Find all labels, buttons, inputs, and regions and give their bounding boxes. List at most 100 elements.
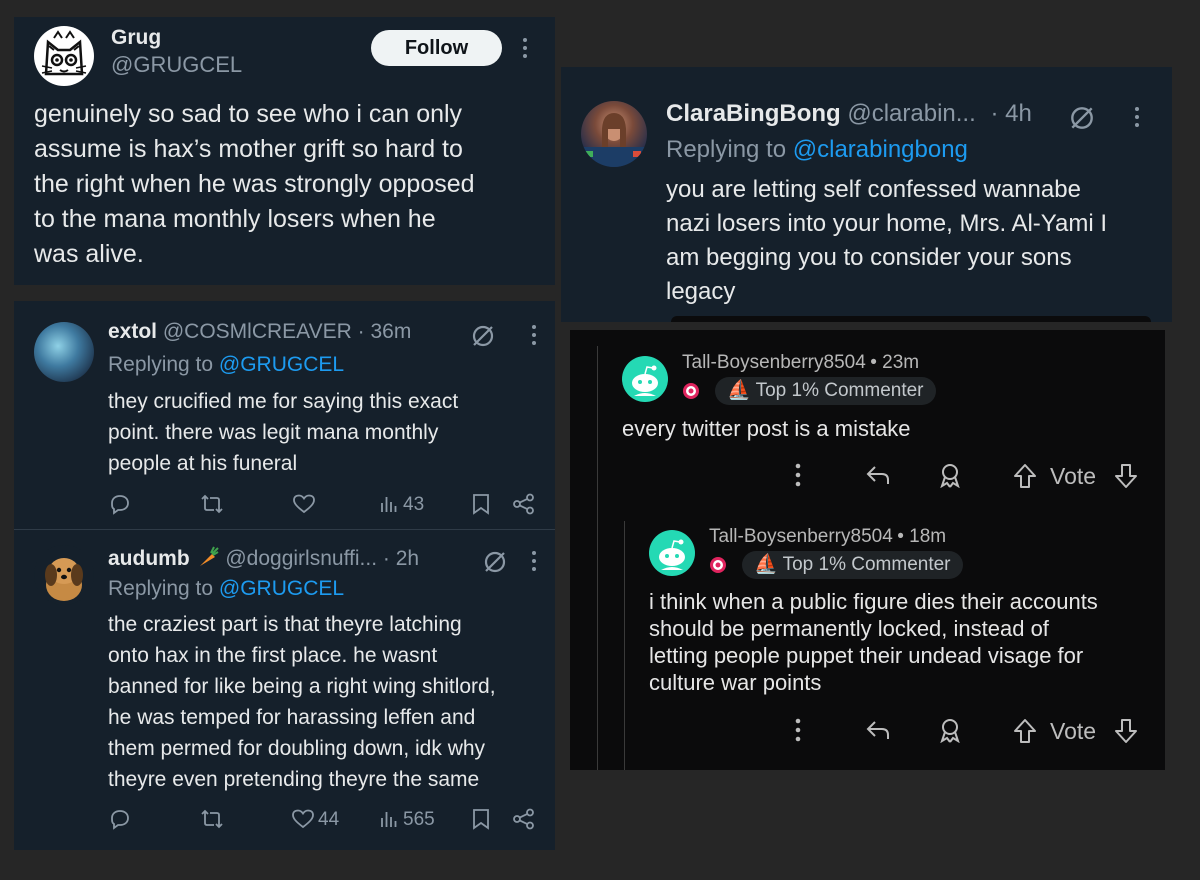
share-icon[interactable] <box>512 493 536 515</box>
grug-thread-panel: Grug @GRUGCEL Follow genuinely so sad to… <box>14 17 555 850</box>
comment-line: every twitter post is a mistake <box>622 416 911 441</box>
badge-icon: ⛵ <box>754 554 778 575</box>
author-handle[interactable]: @clarabin... <box>847 100 975 127</box>
grok-icon[interactable] <box>1068 104 1096 132</box>
carrot-icon <box>199 546 219 566</box>
upvote-icon[interactable] <box>1013 463 1037 489</box>
bookmark-icon[interactable] <box>472 493 490 515</box>
comment-line: letting people puppet their undead visag… <box>649 643 1084 668</box>
reply-time[interactable]: · 36m <box>358 320 412 343</box>
reply-icon[interactable] <box>109 808 131 830</box>
author-name[interactable]: Grug <box>111 26 161 50</box>
reply-header: extol @COSMlCREAVER · 36m <box>108 320 411 344</box>
reply-icon[interactable] <box>865 464 891 486</box>
badge-label: Top 1% Commenter <box>755 380 924 401</box>
comment-username[interactable]: Tall-Boysenberry8504 <box>709 526 893 547</box>
vote-label: Vote <box>1050 463 1097 489</box>
award-icon[interactable] <box>938 717 962 743</box>
post-text: you are letting self confessed wannabe n… <box>666 173 1107 309</box>
like-icon[interactable] <box>291 809 315 829</box>
clara-avatar[interactable] <box>581 101 647 167</box>
clara-post-panel: ClaraBingBong @clarabin... · 4h Replying… <box>561 67 1172 322</box>
commenter-badge: ⛵ Top 1% Commenter <box>715 377 936 405</box>
reply-text: they crucified me for saying this exact … <box>108 386 458 479</box>
reply-line: point. there was legit mana monthly <box>108 421 439 444</box>
comment-header: Tall-Boysenberry8504 • 18m <box>709 526 946 548</box>
share-icon[interactable] <box>512 808 536 830</box>
post-time[interactable]: · 4h <box>990 100 1031 127</box>
target-icon <box>683 383 699 399</box>
replying-prefix: Replying to <box>108 353 214 376</box>
more-icon[interactable] <box>529 550 539 572</box>
reply-header: audumb @doggirlsnuffi... · 2h <box>108 546 419 571</box>
retweet-icon[interactable] <box>200 809 224 829</box>
extol-avatar[interactable] <box>34 322 94 382</box>
audumb-avatar[interactable] <box>34 545 94 605</box>
post-line: you are letting self confessed wannabe <box>666 176 1081 203</box>
retweet-icon[interactable] <box>200 494 224 514</box>
comment-line: i think when a public figure dies their … <box>649 589 1098 614</box>
replying-to-link[interactable]: @clarabingbong <box>793 136 968 163</box>
comment-line: should be permanently locked, instead of <box>649 616 1049 641</box>
views-icon[interactable] <box>380 495 398 513</box>
author-handle[interactable]: @GRUGCEL <box>111 52 242 78</box>
comment-time: • 23m <box>870 352 920 373</box>
post-text: genuinely so sad to see who i can only a… <box>34 97 475 272</box>
reply-author-name[interactable]: extol <box>108 320 157 343</box>
award-icon[interactable] <box>938 462 962 488</box>
downvote-icon[interactable] <box>1114 718 1138 744</box>
commenter-badge: ⛵ Top 1% Commenter <box>742 551 963 579</box>
downvote-icon[interactable] <box>1114 463 1138 489</box>
reply-line: people at his funeral <box>108 452 298 475</box>
more-icon[interactable] <box>529 324 539 346</box>
reply-icon[interactable] <box>865 719 891 741</box>
more-icon[interactable] <box>520 37 530 59</box>
snoo-avatar-icon[interactable] <box>622 356 668 402</box>
replying-to: Replying to @GRUGCEL <box>108 353 344 377</box>
grug-avatar[interactable] <box>34 26 94 86</box>
replying-to: Replying to @GRUGCEL <box>108 577 344 601</box>
likes-count: 44 <box>318 809 340 830</box>
more-icon[interactable] <box>1132 106 1142 128</box>
author-name[interactable]: ClaraBingBong <box>666 100 841 127</box>
grok-icon[interactable] <box>482 549 508 575</box>
replying-prefix: Replying to <box>666 136 787 163</box>
more-icon[interactable] <box>794 718 802 742</box>
reply-line: banned for like being a right wing shitl… <box>108 675 496 698</box>
reply-line: the craziest part is that theyre latchin… <box>108 613 462 636</box>
comment-text: i think when a public figure dies their … <box>649 588 1098 696</box>
reply-line: theyre even pretending theyre the same <box>108 768 480 791</box>
post-line: was alive. <box>34 240 144 268</box>
reply-line: onto hax in the first place. he wasnt <box>108 644 438 667</box>
reply-time[interactable]: · 2h <box>383 547 419 570</box>
like-icon[interactable] <box>292 494 316 514</box>
clara-header: ClaraBingBong @clarabin... · 4h <box>666 100 1032 128</box>
reply-text: the craziest part is that theyre latchin… <box>108 609 496 795</box>
more-icon[interactable] <box>794 463 802 487</box>
reply-icon[interactable] <box>109 493 131 515</box>
views-count: 565 <box>403 809 435 830</box>
thread-line <box>597 346 598 770</box>
reply-line: they crucified me for saying this exact <box>108 390 459 413</box>
post-line: genuinely so sad to see who i can only <box>34 100 463 128</box>
post-line: to the mana monthly losers when he <box>34 205 436 233</box>
reply-line: he was temped for harassing leffen and <box>108 706 476 729</box>
comment-username[interactable]: Tall-Boysenberry8504 <box>682 352 866 373</box>
badge-icon: ⛵ <box>727 380 751 401</box>
section-gap <box>14 285 555 301</box>
reply-author-name[interactable]: audumb <box>108 547 190 570</box>
grok-icon[interactable] <box>470 323 496 349</box>
upvote-icon[interactable] <box>1013 718 1037 744</box>
replying-prefix: Replying to <box>108 577 214 600</box>
reply-author-handle[interactable]: @doggirlsnuffi... <box>225 547 377 570</box>
follow-button[interactable]: Follow <box>371 30 502 66</box>
views-icon[interactable] <box>380 810 398 828</box>
snoo-avatar-icon[interactable] <box>649 530 695 576</box>
replying-to-link[interactable]: @GRUGCEL <box>219 353 344 376</box>
post-line: assume is hax’s mother grift so hard to <box>34 135 463 163</box>
views-count: 43 <box>403 494 425 515</box>
replying-to-link[interactable]: @GRUGCEL <box>219 577 344 600</box>
reply-author-handle[interactable]: @COSMlCREAVER <box>163 320 352 343</box>
replying-to: Replying to @clarabingbong <box>666 136 968 164</box>
bookmark-icon[interactable] <box>472 808 490 830</box>
